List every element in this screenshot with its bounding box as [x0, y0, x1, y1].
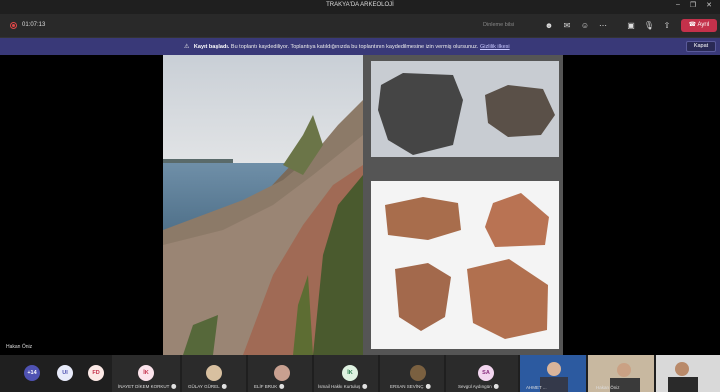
participant-tile[interactable]: ELİF BRUK ⚪ — [248, 355, 312, 392]
banner-text: Bu toplantı kaydediliyor. Toplantıya kat… — [230, 44, 479, 50]
participant-name: GÜLAY GÜREL ⚪ — [188, 384, 227, 390]
reactions-icon[interactable]: ☺ — [579, 20, 591, 32]
participant-name-text: İNAYET DİKEM KORKUT — [118, 384, 170, 389]
minimize-icon[interactable]: – — [672, 1, 684, 8]
more-options-icon[interactable]: ⋯ — [597, 20, 609, 32]
mic-off-icon: ⚪ — [425, 384, 432, 389]
share-screen-icon[interactable]: ⇧ — [661, 20, 673, 32]
participant-avatar[interactable]: FD — [88, 365, 104, 381]
participant-video[interactable]: Hakan Öniz — [588, 355, 654, 392]
participant-avatar: İK — [342, 365, 358, 381]
recording-icon — [10, 22, 17, 29]
participant-avatar[interactable]: UI — [57, 365, 73, 381]
banner-bold: Kayıt başladı. — [193, 44, 230, 50]
banner-message: ⚠ Kayıt başladı. Bu toplantı kaydediliyo… — [184, 43, 510, 50]
mic-off-icon: ⚪ — [171, 384, 177, 389]
slide-image — [163, 55, 559, 355]
microphone-icon[interactable]: 🎙 — [643, 20, 655, 32]
participant-name-text: GÜLAY GÜREL — [188, 384, 220, 389]
participant-tile[interactable]: ERSAN SEVİNÇ ⚪ — [380, 355, 444, 392]
participant-tile[interactable]: GÜLAY GÜREL ⚪ — [182, 355, 246, 392]
leave-button[interactable]: ☎ Ayrıl — [681, 19, 717, 32]
participant-avatar: İK — [138, 365, 154, 381]
participant-strip: +14 UI FD İK İNAYET DİKEM KORKUT ⚪ GÜLAY … — [0, 355, 720, 392]
participant-video-image — [668, 362, 698, 392]
camera-icon[interactable]: ▣ — [625, 20, 637, 32]
participant-name: ERSAN SEVİNÇ ⚪ — [390, 384, 431, 390]
participant-name: İsmail Hakkı Kurtuluş ⚪ — [318, 384, 368, 390]
chat-hint: Dinleme bilsi — [483, 22, 515, 28]
participant-video[interactable]: AHMET ... — [520, 355, 586, 392]
participant-tile[interactable]: İK İsmail Hakkı Kurtuluş ⚪ — [314, 355, 378, 392]
participant-name: Sevgül Aydıngün ⚪ — [458, 384, 499, 390]
participant-name: AHMET ... — [526, 385, 547, 390]
shared-content-stage: Hakan Öniz — [0, 55, 720, 355]
window-title: TRAKYA'DA ARKEOLOJİ — [326, 2, 394, 8]
presenter-name: Hakan Öniz — [6, 344, 33, 350]
overflow-count[interactable]: +14 — [24, 365, 40, 381]
participant-name-text: İsmail Hakkı Kurtuluş — [318, 384, 361, 389]
participant-name: ELİF BRUK ⚪ — [254, 384, 285, 390]
participant-tile[interactable]: İK İNAYET DİKEM KORKUT ⚪ — [112, 355, 180, 392]
mic-off-icon: ⚪ — [279, 384, 285, 389]
presentation-slide — [163, 55, 563, 355]
participant-tile[interactable]: SA Sevgül Aydıngün ⚪ — [446, 355, 518, 392]
participant-avatar — [410, 365, 426, 381]
participant-name: İNAYET DİKEM KORKUT ⚪ — [118, 384, 177, 390]
privacy-link[interactable]: Gizlilik ilkesi — [480, 44, 510, 50]
participant-avatar — [206, 365, 222, 381]
participant-avatar: SA — [478, 365, 494, 381]
maximize-icon[interactable]: ❐ — [687, 1, 699, 9]
mic-off-icon: ⚪ — [362, 384, 368, 389]
mic-off-icon: ⚪ — [493, 384, 500, 389]
participant-name: Hakan Öniz — [596, 385, 620, 390]
participant-name-text: ERSAN SEVİNÇ — [390, 384, 424, 389]
banner-close-button[interactable]: Kapat — [686, 41, 716, 52]
people-icon[interactable]: ☻ — [543, 20, 555, 32]
warning-icon: ⚠ — [184, 44, 190, 50]
leave-label: Ayrıl — [697, 22, 710, 28]
participant-name-text: Sevgül Aydıngün — [458, 384, 492, 389]
chat-icon[interactable]: ✉ — [561, 20, 573, 32]
phone-icon: ☎ — [688, 22, 697, 28]
participant-name-text: ELİF BRUK — [254, 384, 278, 389]
meeting-toolbar: 01:07:13 Dinleme bilsi ☻ ✉ ☺ ⋯ ▣ 🎙 ⇧ ☎ A… — [0, 14, 720, 38]
mic-off-icon: ⚪ — [221, 384, 228, 389]
participant-avatar — [274, 365, 290, 381]
meeting-timer: 01:07:13 — [22, 22, 46, 28]
title-bar: TRAKYA'DA ARKEOLOJİ – ❐ ✕ — [0, 0, 720, 14]
recording-banner: ⚠ Kayıt başladı. Bu toplantı kaydediliyo… — [0, 38, 720, 55]
close-window-icon[interactable]: ✕ — [703, 1, 715, 9]
participant-video[interactable] — [656, 355, 720, 392]
